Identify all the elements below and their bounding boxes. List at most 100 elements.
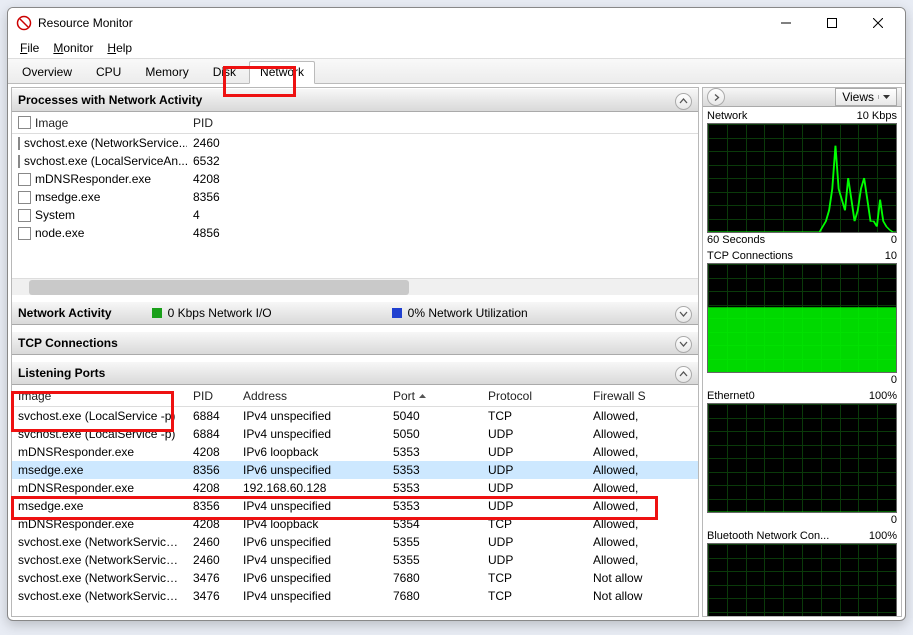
app-icon	[16, 15, 32, 31]
section-tcp-header[interactable]: TCP Connections	[12, 331, 698, 355]
col-address[interactable]: Address	[237, 389, 387, 403]
process-row[interactable]: svchost.exe (NetworkService...2460	[12, 134, 698, 152]
processes-column-headers[interactable]: Image PID	[12, 112, 698, 134]
scrollbar-thumb[interactable]	[29, 280, 409, 295]
listen-port: 5353	[387, 481, 482, 495]
process-row[interactable]: node.exe 4856	[12, 224, 698, 242]
row-checkbox[interactable]	[18, 209, 31, 222]
listening-row[interactable]: svchost.exe (LocalService -p)6884IPv4 un…	[12, 407, 698, 425]
listen-port: 5353	[387, 445, 482, 459]
listen-address: IPv4 unspecified	[237, 553, 387, 567]
listen-image: msedge.exe	[12, 499, 187, 513]
expand-icon[interactable]	[675, 336, 692, 353]
listening-row[interactable]: svchost.exe (NetworkService -p)3476IPv4 …	[12, 587, 698, 605]
pane-nav-button[interactable]	[707, 88, 725, 106]
menu-monitor[interactable]: Monitor	[47, 40, 99, 56]
menu-help[interactable]: Help	[101, 40, 138, 56]
chart-title-right: 10 Kbps	[857, 110, 897, 122]
process-image: node.exe	[35, 226, 84, 240]
listen-pid: 3476	[187, 571, 237, 585]
listening-row[interactable]: mDNSResponder.exe4208192.168.60.1285353U…	[12, 479, 698, 497]
listen-address: IPv4 unspecified	[237, 427, 387, 441]
tab-disk[interactable]: Disk	[202, 61, 247, 83]
collapse-icon[interactable]	[675, 366, 692, 383]
select-all-checkbox[interactable]	[18, 116, 31, 129]
maximize-button[interactable]	[809, 8, 855, 38]
section-activity-header[interactable]: Network Activity 0 Kbps Network I/O 0% N…	[12, 301, 698, 325]
listen-image: mDNSResponder.exe	[12, 517, 187, 531]
listen-port: 5050	[387, 427, 482, 441]
menu-file[interactable]: File	[14, 40, 45, 56]
tab-overview[interactable]: Overview	[11, 61, 83, 83]
listen-address: 192.168.60.128	[237, 481, 387, 495]
col-pid[interactable]: PID	[187, 116, 237, 130]
listen-protocol: UDP	[482, 445, 587, 459]
listen-port: 5354	[387, 517, 482, 531]
listening-row[interactable]: svchost.exe (NetworkService -p)3476IPv6 …	[12, 569, 698, 587]
listen-protocol: TCP	[482, 571, 587, 585]
section-processes-title: Processes with Network Activity	[18, 93, 202, 107]
process-pid: 4856	[187, 226, 237, 240]
tab-network[interactable]: Network	[249, 61, 315, 84]
horizontal-scrollbar[interactable]	[12, 278, 698, 295]
listening-row[interactable]: svchost.exe (LocalService -p)6884IPv4 un…	[12, 425, 698, 443]
listen-firewall: Allowed,	[587, 517, 657, 531]
titlebar[interactable]: Resource Monitor	[8, 8, 905, 38]
process-row[interactable]: mDNSResponder.exe4208	[12, 170, 698, 188]
process-row[interactable]: svchost.exe (LocalServiceAn...6532	[12, 152, 698, 170]
tab-bar: Overview CPU Memory Disk Network	[8, 58, 905, 84]
collapse-icon[interactable]	[675, 93, 692, 110]
listen-port: 5353	[387, 463, 482, 477]
listening-row[interactable]: msedge.exe8356IPv6 unspecified5353UDPAll…	[12, 461, 698, 479]
views-button[interactable]: Views	[835, 88, 897, 106]
listen-protocol: UDP	[482, 553, 587, 567]
row-checkbox[interactable]	[18, 191, 31, 204]
col-protocol[interactable]: Protocol	[482, 389, 587, 403]
chart-title-right: 100%	[869, 390, 897, 402]
listen-protocol: TCP	[482, 517, 587, 531]
listening-row[interactable]: svchost.exe (NetworkService -p)2460IPv4 …	[12, 551, 698, 569]
chart-0: Network10 Kbps 60 Seconds0	[707, 109, 897, 247]
section-processes-header[interactable]: Processes with Network Activity	[12, 88, 698, 112]
expand-icon[interactable]	[675, 306, 692, 323]
col-firewall[interactable]: Firewall S	[587, 389, 657, 403]
listening-column-headers[interactable]: Image PID Address Port Protocol Firewall…	[12, 385, 698, 407]
util-color-icon	[392, 308, 402, 318]
chart-canvas	[707, 123, 897, 233]
process-pid: 2460	[187, 136, 237, 150]
col-image[interactable]: Image	[35, 116, 68, 130]
listen-pid: 3476	[187, 589, 237, 603]
row-checkbox[interactable]	[18, 155, 20, 168]
process-pid: 4208	[187, 172, 237, 186]
minimize-button[interactable]	[763, 8, 809, 38]
listen-port: 7680	[387, 589, 482, 603]
listening-row[interactable]: svchost.exe (NetworkService -p)2460IPv6 …	[12, 533, 698, 551]
section-listening-header[interactable]: Listening Ports	[12, 361, 698, 385]
row-checkbox[interactable]	[18, 227, 31, 240]
col-pid[interactable]: PID	[187, 389, 237, 403]
listen-image: mDNSResponder.exe	[12, 445, 187, 459]
col-image[interactable]: Image	[12, 389, 187, 403]
listening-row[interactable]: mDNSResponder.exe4208IPv4 loopback5354TC…	[12, 515, 698, 533]
listening-row[interactable]: mDNSResponder.exe4208IPv6 loopback5353UD…	[12, 443, 698, 461]
listen-firewall: Allowed,	[587, 481, 657, 495]
window-title: Resource Monitor	[38, 16, 763, 30]
col-port[interactable]: Port	[387, 389, 482, 403]
close-button[interactable]	[855, 8, 901, 38]
listen-pid: 2460	[187, 553, 237, 567]
listen-pid: 4208	[187, 481, 237, 495]
row-checkbox[interactable]	[18, 137, 20, 150]
listen-image: svchost.exe (NetworkService -p)	[12, 553, 187, 567]
chart-title-left: Network	[707, 110, 747, 122]
process-row[interactable]: msedge.exe8356	[12, 188, 698, 206]
tab-cpu[interactable]: CPU	[85, 61, 132, 83]
process-image: System	[35, 208, 75, 222]
listen-pid: 8356	[187, 463, 237, 477]
listen-port: 5355	[387, 553, 482, 567]
listening-row[interactable]: msedge.exe8356IPv4 unspecified5353UDPAll…	[12, 497, 698, 515]
tab-memory[interactable]: Memory	[134, 61, 199, 83]
listen-protocol: UDP	[482, 535, 587, 549]
row-checkbox[interactable]	[18, 173, 31, 186]
process-row[interactable]: System4	[12, 206, 698, 224]
process-image: msedge.exe	[35, 190, 100, 204]
